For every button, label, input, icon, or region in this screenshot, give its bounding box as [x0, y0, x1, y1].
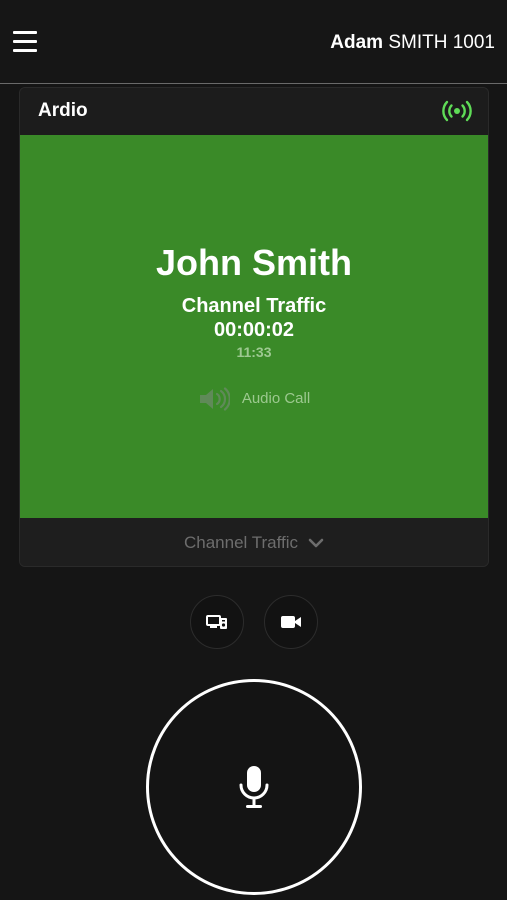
- screen-share-button[interactable]: [190, 595, 244, 649]
- user-label: Adam SMITH 1001: [330, 32, 495, 54]
- call-time: 11:33: [236, 344, 272, 360]
- call-duration: 00:00:02: [213, 319, 295, 341]
- call-card: Ardio John Smith Channel Traffic 00:00:0…: [19, 87, 489, 567]
- screen-share-icon: [206, 615, 227, 629]
- video-camera-icon: [281, 616, 301, 628]
- top-bar: Adam SMITH 1001: [0, 0, 507, 84]
- microphone-icon: [239, 766, 269, 808]
- caller-name: John Smith: [156, 242, 352, 283]
- card-title: Ardio: [38, 100, 88, 121]
- speaker-icon: [199, 387, 230, 411]
- channel-selector-label: Channel Traffic: [183, 533, 299, 552]
- card-header: Ardio: [20, 88, 488, 135]
- hamburger-menu-icon[interactable]: [13, 31, 37, 53]
- broadcast-signal-icon: [442, 100, 472, 122]
- push-to-talk-button[interactable]: [146, 679, 362, 895]
- call-channel: Channel Traffic: [181, 295, 327, 317]
- channel-selector[interactable]: Channel Traffic: [20, 518, 488, 566]
- video-call-button[interactable]: [264, 595, 318, 649]
- call-type-label: Audio Call: [241, 390, 311, 407]
- active-call-panel: John Smith Channel Traffic 00:00:02 11:3…: [20, 135, 488, 518]
- user-last-name-id: SMITH 1001: [388, 32, 495, 53]
- app-root: Adam SMITH 1001 Ardio John Smith Channel…: [0, 0, 507, 900]
- call-type: Audio Call: [20, 387, 488, 411]
- chevron-down-icon: [308, 538, 324, 548]
- user-first-name: Adam: [330, 32, 384, 53]
